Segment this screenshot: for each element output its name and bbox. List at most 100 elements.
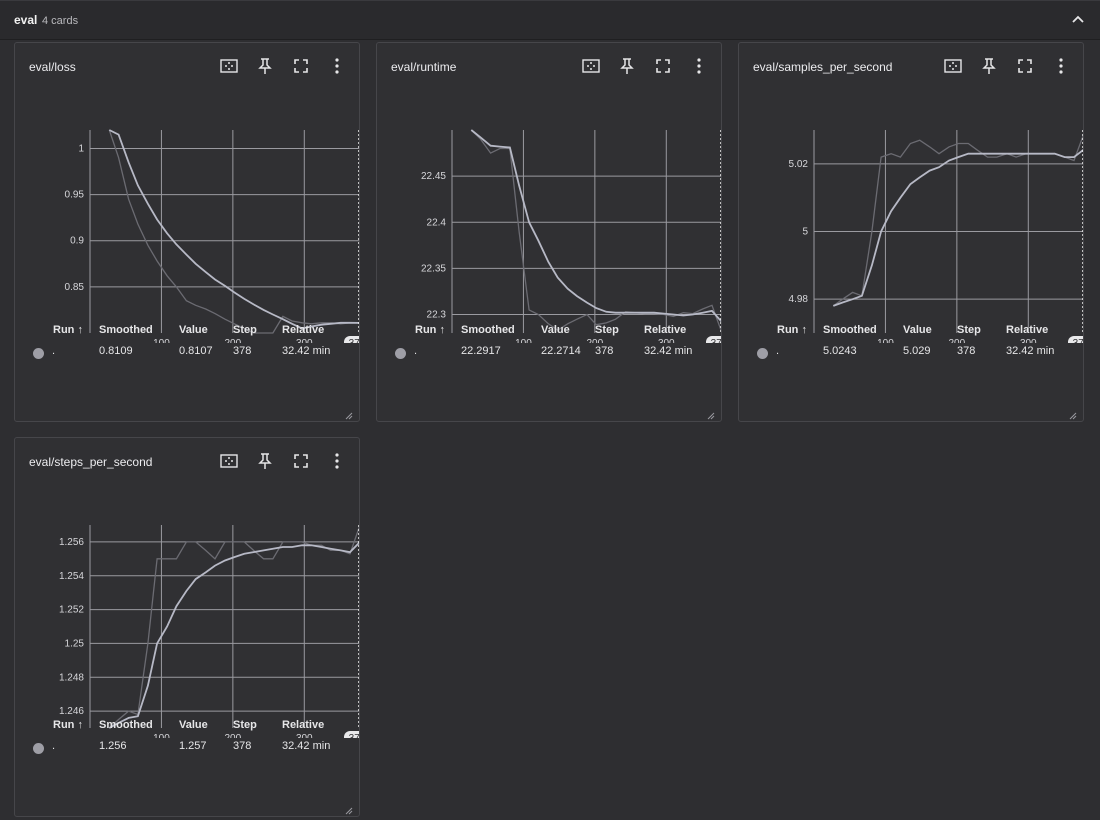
col-value-value: 1.257 <box>179 740 207 752</box>
y-tick-label: 22.35 <box>421 263 446 274</box>
y-tick-label: 1.248 <box>59 672 84 683</box>
x-tick-label: 300 <box>296 338 313 343</box>
collapse-chevron-up-icon[interactable] <box>1068 10 1088 30</box>
col-relative-value: 32.42 min <box>282 740 331 752</box>
x-tick-label: 200 <box>949 338 966 343</box>
x-tick-label: 100 <box>153 733 170 738</box>
run-color-dot[interactable] <box>33 743 44 754</box>
x-tick-label: 100 <box>877 338 894 343</box>
col-run-header[interactable]: Run ↑ <box>415 324 445 336</box>
y-tick-label: 22.3 <box>427 310 447 321</box>
col-value-header: Value <box>903 324 932 336</box>
y-tick-label: 1.25 <box>65 638 85 649</box>
col-value-value: 5.029 <box>903 345 931 357</box>
col-smoothed-header: Smoothed <box>823 324 877 336</box>
col-run-header[interactable]: Run ↑ <box>777 324 807 336</box>
line-chart[interactable]: 4.9855.02100200300378× <box>739 43 1083 343</box>
col-run-value: . <box>414 345 418 357</box>
run-color-dot[interactable] <box>395 348 406 359</box>
col-smoothed-value: 22.2917 <box>461 345 501 357</box>
step-badge-label: 378 <box>1073 338 1083 343</box>
y-tick-label: 5.02 <box>789 159 809 170</box>
step-badge-label: 378 <box>349 338 359 343</box>
y-tick-label: 1.246 <box>59 706 84 717</box>
col-run-value: . <box>52 345 56 357</box>
col-relative-header: Relative <box>282 324 325 336</box>
run-color-dot[interactable] <box>33 348 44 359</box>
y-tick-label: 22.4 <box>427 217 447 228</box>
x-tick-label: 300 <box>296 733 313 738</box>
col-step-value: 378 <box>595 345 614 357</box>
col-smoothed-header: Smoothed <box>461 324 515 336</box>
y-tick-label: 1 <box>78 143 84 154</box>
resize-handle-icon[interactable] <box>1069 407 1077 420</box>
chart-card: eval/samples_per_second4.9855.0210020030… <box>738 42 1084 422</box>
x-tick-label: 200 <box>225 733 242 738</box>
resize-handle-icon[interactable] <box>345 802 353 815</box>
y-tick-label: 5 <box>802 227 808 238</box>
col-relative-value: 32.42 min <box>644 345 693 357</box>
col-run-header[interactable]: Run ↑ <box>53 719 83 731</box>
col-step-header: Step <box>957 324 981 336</box>
y-tick-label: 22.45 <box>421 171 446 182</box>
y-tick-label: 1.256 <box>59 537 84 548</box>
line-chart[interactable]: 22.322.3522.422.45100200300378× <box>377 43 721 343</box>
group-title: eval <box>14 13 38 27</box>
col-relative-header: Relative <box>282 719 325 731</box>
group-header: eval 4 cards <box>0 0 1100 40</box>
series-line-smoothed <box>832 148 1083 307</box>
col-relative-header: Relative <box>644 324 687 336</box>
col-smoothed-header: Smoothed <box>99 324 153 336</box>
chart-card: eval/runtime22.322.3522.422.451002003003… <box>376 42 722 422</box>
y-tick-label: 4.98 <box>789 294 809 305</box>
line-chart[interactable]: 1.246 1.248 1.25 1.252 1.254 1.256 100 200 300 37… <box>15 438 359 738</box>
col-relative-header: Relative <box>1006 324 1049 336</box>
step-badge-label: 378 <box>349 733 359 738</box>
col-value-header: Value <box>179 324 208 336</box>
x-tick-label: 300 <box>1020 338 1037 343</box>
series-line-raw <box>832 134 1083 307</box>
col-smoothed-value: 5.0243 <box>823 345 857 357</box>
series-line-raw <box>108 129 359 334</box>
col-smoothed-value: 0.8109 <box>99 345 133 357</box>
col-step-header: Step <box>233 324 257 336</box>
step-badge-label: 378 <box>711 338 721 343</box>
series-line-raw <box>108 525 359 729</box>
x-tick-label: 100 <box>515 338 532 343</box>
col-smoothed-value: 1.256 <box>99 740 127 752</box>
col-step-header: Step <box>595 324 619 336</box>
x-tick-label: 200 <box>225 338 242 343</box>
chart-card: eval/steps_per_second 1.246 1.248 1.25 1.252… <box>14 437 360 817</box>
col-relative-value: 32.42 min <box>282 345 331 357</box>
col-run-value: . <box>52 740 56 752</box>
y-tick-label: 0.9 <box>70 236 84 247</box>
group-card-count: 4 cards <box>42 15 79 27</box>
chart-card: eval/loss0.850.90.951100200300378×Run ↑.… <box>14 42 360 422</box>
col-step-value: 378 <box>233 345 252 357</box>
y-tick-label: 1.254 <box>59 571 84 582</box>
y-tick-label: 0.85 <box>65 282 85 293</box>
series-line-smoothed <box>108 541 359 729</box>
col-step-header: Step <box>233 719 257 731</box>
col-value-header: Value <box>179 719 208 731</box>
y-tick-label: 0.95 <box>65 190 85 201</box>
resize-handle-icon[interactable] <box>707 407 715 420</box>
x-tick-label: 200 <box>587 338 604 343</box>
series-line-raw <box>470 129 721 333</box>
col-step-value: 378 <box>233 740 252 752</box>
resize-handle-icon[interactable] <box>345 407 353 420</box>
col-run-value: . <box>776 345 780 357</box>
x-tick-label: 300 <box>658 338 675 343</box>
series-line-smoothed <box>108 129 359 330</box>
col-step-value: 378 <box>957 345 976 357</box>
col-value-value: 22.2714 <box>541 345 581 357</box>
series-line-smoothed <box>470 129 721 323</box>
x-tick-label: 100 <box>153 338 170 343</box>
col-smoothed-header: Smoothed <box>99 719 153 731</box>
col-relative-value: 32.42 min <box>1006 345 1055 357</box>
col-run-header[interactable]: Run ↑ <box>53 324 83 336</box>
y-tick-label: 1.252 <box>59 605 84 616</box>
run-color-dot[interactable] <box>757 348 768 359</box>
col-value-value: 0.8107 <box>179 345 213 357</box>
line-chart[interactable]: 0.850.90.951100200300378× <box>15 43 359 343</box>
